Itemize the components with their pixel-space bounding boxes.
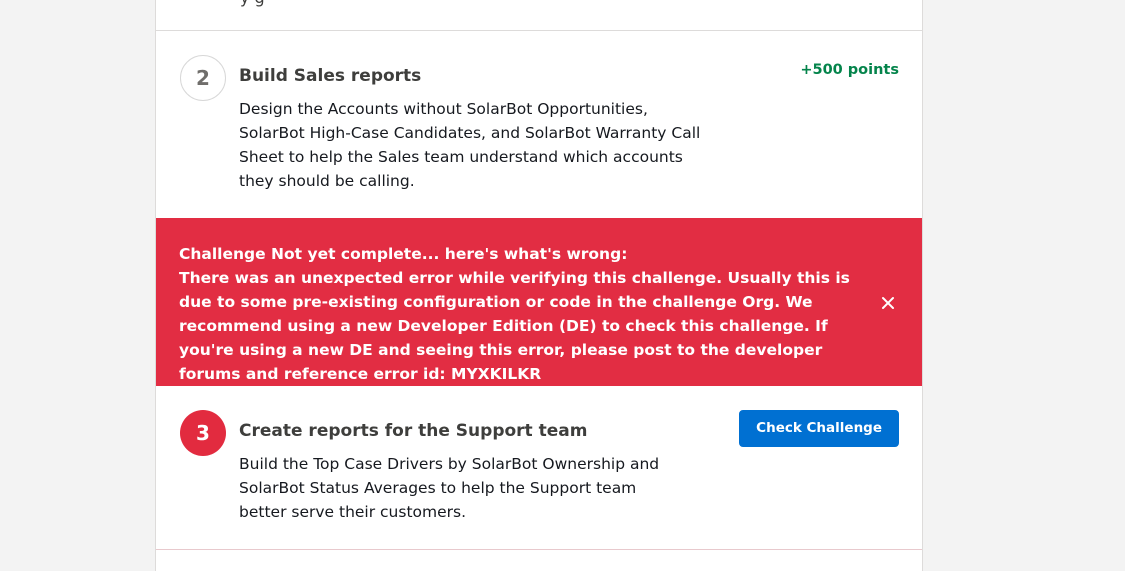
previous-step: y g (156, 0, 922, 31)
close-icon[interactable] (878, 293, 898, 313)
points-label: +500 points (800, 62, 899, 78)
step-title: Create reports for the Support team (239, 421, 588, 441)
error-text: Challenge Not yet complete... here's wha… (179, 242, 879, 386)
check-challenge-button[interactable]: Check Challenge (739, 410, 899, 447)
previous-step-text-fragment: y g (240, 0, 265, 7)
challenge-step-2: 2 Build Sales reports +500 points Design… (156, 31, 922, 218)
step-description: Build the Top Case Drivers by SolarBot O… (239, 455, 660, 521)
step-number-badge: 2 (180, 55, 226, 101)
error-message: There was an unexpected error while veri… (179, 269, 850, 383)
challenge-step-3: 3 Create reports for the Support team Ch… (156, 386, 922, 550)
error-heading: Challenge Not yet complete... here's wha… (179, 245, 628, 263)
step-description: Design the Accounts without SolarBot Opp… (239, 100, 701, 190)
error-banner: Challenge Not yet complete... here's wha… (156, 218, 922, 386)
challenge-panel: y g 2 Build Sales reports +500 points De… (155, 0, 923, 571)
step-number-badge: 3 (180, 410, 226, 456)
step-title: Build Sales reports (239, 66, 422, 86)
